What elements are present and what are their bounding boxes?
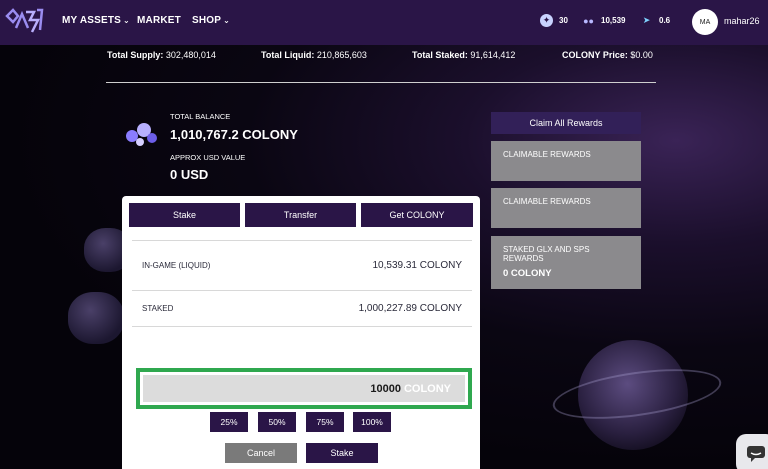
rocket-icon: ➤: [642, 15, 651, 25]
total-staked-value: 91,614,412: [470, 50, 516, 60]
username[interactable]: mahar26: [724, 16, 760, 26]
total-staked-label: Total Staked:: [412, 50, 468, 60]
tab-get-colony[interactable]: Get COLONY: [361, 203, 473, 227]
chat-bubble-icon: [747, 446, 765, 462]
tab-transfer[interactable]: Transfer: [245, 203, 356, 227]
stake-panel: Stake Transfer Get COLONY IN-GAME (LIQUI…: [122, 196, 480, 469]
claimable-rewards-card: CLAIMABLE REWARDS: [491, 141, 641, 181]
nav-my-assets[interactable]: MY ASSETS ⌄: [62, 15, 130, 26]
rocket-value: 0.6: [659, 16, 671, 25]
chevron-down-icon: ⌄: [123, 16, 130, 25]
usd-value: 0 USD: [170, 167, 209, 182]
percent-100-button[interactable]: 100%: [353, 412, 391, 432]
reward-card-value: 0 COLONY: [503, 268, 552, 279]
credits-icon: ✦: [540, 14, 553, 27]
divider: [106, 82, 656, 83]
row-value: 1,000,227.89 COLONY: [358, 303, 462, 314]
table-row: STAKED 1,000,227.89 COLONY: [132, 291, 472, 327]
claim-all-rewards-button[interactable]: Claim All Rewards: [491, 112, 641, 134]
claimable-rewards-card: CLAIMABLE REWARDS: [491, 188, 641, 228]
reward-card-label: CLAIMABLE REWARDS: [503, 150, 591, 159]
total-supply-label: Total Supply:: [107, 50, 164, 60]
reward-card-label: CLAIMABLE REWARDS: [503, 197, 591, 206]
chat-icon[interactable]: [736, 434, 768, 469]
nav-shop-label: SHOP: [192, 15, 222, 26]
percent-75-button[interactable]: 75%: [306, 412, 344, 432]
amount-suffix: COLONY: [403, 382, 451, 395]
avatar-initials: MA: [699, 18, 711, 26]
nav-market[interactable]: MARKET: [137, 15, 181, 26]
avatar[interactable]: MA: [692, 9, 718, 35]
table-row: IN-GAME (LIQUID) 10,539.31 COLONY: [132, 241, 472, 291]
percent-25-button[interactable]: 25%: [210, 412, 248, 432]
credits-stat: ✦ 30: [540, 14, 568, 27]
total-balance-label: TOTAL BALANCE: [170, 112, 231, 121]
total-liquid: Total Liquid: 210,865,603: [261, 50, 367, 60]
amount-input[interactable]: 10000 COLONY: [143, 375, 465, 402]
colony-price: COLONY Price: $0.00: [562, 50, 653, 60]
amount-field-highlight: 10000 COLONY: [136, 368, 472, 409]
usd-value-label: APPROX USD VALUE: [170, 153, 246, 162]
reward-card-label: STAKED GLX AND SPS REWARDS: [503, 245, 590, 263]
credits-value: 30: [559, 16, 568, 25]
logo-icon[interactable]: [4, 6, 44, 36]
row-label: STAKED: [142, 304, 174, 313]
total-supply-value: 302,480,014: [165, 50, 216, 60]
row-value: 10,539.31 COLONY: [372, 260, 463, 271]
crowd-stat: ●● 10,539: [582, 14, 625, 27]
total-supply: Total Supply: 302,480,014: [107, 50, 216, 60]
colony-price-label: COLONY Price:: [562, 50, 628, 60]
stake-button[interactable]: Stake: [306, 443, 378, 463]
nav-my-assets-label: MY ASSETS: [62, 15, 122, 26]
tab-stake[interactable]: Stake: [129, 203, 240, 227]
colony-token-icon: [126, 123, 157, 146]
total-staked: Total Staked: 91,614,412: [412, 50, 515, 60]
nav-shop[interactable]: SHOP ⌄: [192, 15, 230, 26]
crowd-value: 10,539: [601, 16, 626, 25]
row-label: IN-GAME (LIQUID): [142, 261, 211, 270]
chevron-down-icon: ⌄: [223, 16, 231, 25]
nav-market-label: MARKET: [137, 15, 181, 26]
staked-rewards-card: STAKED GLX AND SPS REWARDS 0 COLONY: [491, 236, 641, 289]
percent-50-button[interactable]: 50%: [258, 412, 296, 432]
crowd-icon: ●●: [583, 15, 594, 26]
balance-table: IN-GAME (LIQUID) 10,539.31 COLONY STAKED…: [132, 240, 472, 327]
cancel-button[interactable]: Cancel: [225, 443, 297, 463]
asteroid-image: [68, 292, 124, 344]
total-liquid-label: Total Liquid:: [261, 50, 315, 60]
total-balance-value: 1,010,767.2 COLONY: [170, 127, 298, 142]
total-liquid-value: 210,865,603: [316, 50, 367, 60]
top-nav-bar: MY ASSETS ⌄ MARKET SHOP ⌄ ✦ 30 ●● 10,539…: [0, 0, 768, 45]
amount-value: 10000: [370, 382, 401, 395]
rocket-stat: ➤ 0.6: [640, 14, 670, 27]
colony-price-value: $0.00: [630, 50, 653, 60]
